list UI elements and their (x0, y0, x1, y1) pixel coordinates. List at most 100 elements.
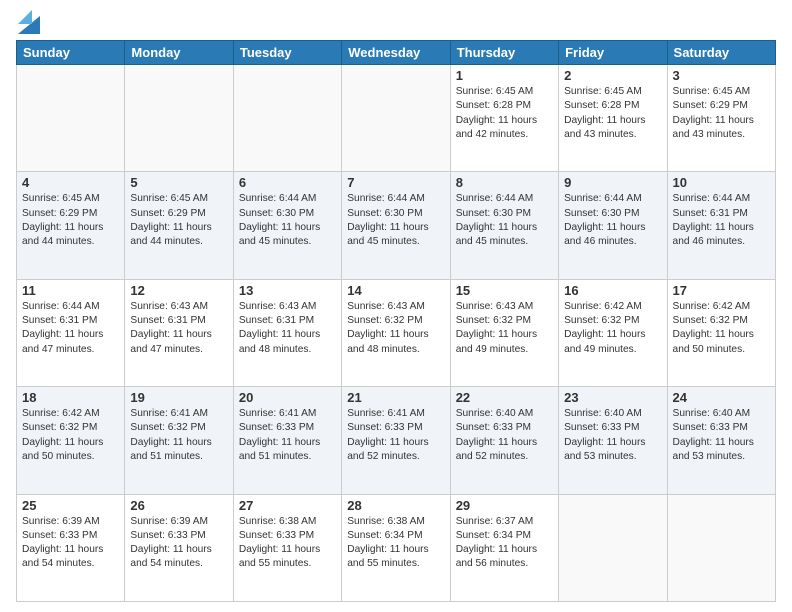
day-info: Sunrise: 6:38 AM Sunset: 6:33 PM Dayligh… (239, 515, 336, 572)
day-info: Sunrise: 6:44 AM Sunset: 6:30 PM Dayligh… (564, 192, 661, 249)
day-info: Sunrise: 6:44 AM Sunset: 6:30 PM Dayligh… (347, 192, 444, 249)
day-number: 20 (239, 390, 336, 405)
day-number: 26 (130, 498, 227, 513)
calendar-cell: 20 Sunrise: 6:41 AM Sunset: 6:33 PM Dayli… (233, 387, 341, 494)
day-number: 1 (456, 68, 553, 83)
day-number: 27 (239, 498, 336, 513)
calendar-cell: 27 Sunrise: 6:38 AM Sunset: 6:33 PM Dayli… (233, 494, 341, 601)
calendar-cell: 18 Sunrise: 6:42 AM Sunset: 6:32 PM Dayli… (17, 387, 125, 494)
day-number: 18 (22, 390, 119, 405)
calendar-cell: 2 Sunrise: 6:45 AM Sunset: 6:28 PM Daylig… (559, 65, 667, 172)
day-info: Sunrise: 6:42 AM Sunset: 6:32 PM Dayligh… (22, 407, 119, 464)
calendar-cell: 5Sunrise: 6:45 AM Sunset: 6:29 PM Daylig… (125, 172, 233, 279)
day-info: Sunrise: 6:45 AM Sunset: 6:28 PM Dayligh… (564, 85, 661, 142)
weekday-header-monday: Monday (125, 41, 233, 65)
calendar-cell (125, 65, 233, 172)
day-number: 23 (564, 390, 661, 405)
day-info: Sunrise: 6:41 AM Sunset: 6:32 PM Dayligh… (130, 407, 227, 464)
day-number: 11 (22, 283, 119, 298)
weekday-header-saturday: Saturday (667, 41, 775, 65)
day-info: Sunrise: 6:44 AM Sunset: 6:30 PM Dayligh… (239, 192, 336, 249)
weekday-header-friday: Friday (559, 41, 667, 65)
header (16, 12, 776, 34)
day-info: Sunrise: 6:45 AM Sunset: 6:29 PM Dayligh… (673, 85, 770, 142)
calendar-week-row: 4 Sunrise: 6:45 AM Sunset: 6:29 PM Daylig… (17, 172, 776, 279)
calendar-week-row: 18 Sunrise: 6:42 AM Sunset: 6:32 PM Dayli… (17, 387, 776, 494)
day-info: Sunrise: 6:43 AM Sunset: 6:31 PM Dayligh… (239, 300, 336, 357)
calendar-week-row: 11 Sunrise: 6:44 AM Sunset: 6:31 PM Dayli… (17, 279, 776, 386)
calendar-cell (667, 494, 775, 601)
day-info: Sunrise: 6:45 AM Sunset: 6:29 PM Dayligh… (22, 192, 119, 249)
day-info: Sunrise: 6:43 AM Sunset: 6:32 PM Dayligh… (347, 300, 444, 357)
weekday-header-wednesday: Wednesday (342, 41, 450, 65)
calendar-cell: 10 Sunrise: 6:44 AM Sunset: 6:31 PM Dayli… (667, 172, 775, 279)
day-number: 25 (22, 498, 119, 513)
day-info: Sunrise: 6:40 AM Sunset: 6:33 PM Dayligh… (456, 407, 553, 464)
weekday-header-row: SundayMondayTuesdayWednesdayThursdayFrid… (17, 41, 776, 65)
calendar-cell: 28 Sunrise: 6:38 AM Sunset: 6:34 PM Dayli… (342, 494, 450, 601)
calendar-cell: 14Sunrise: 6:43 AM Sunset: 6:32 PM Dayli… (342, 279, 450, 386)
day-info: Sunrise: 6:43 AM Sunset: 6:32 PM Dayligh… (456, 300, 553, 357)
calendar-cell: 26 Sunrise: 6:39 AM Sunset: 6:33 PM Dayli… (125, 494, 233, 601)
calendar-table: SundayMondayTuesdayWednesdayThursdayFrid… (16, 40, 776, 602)
calendar-cell: 23 Sunrise: 6:40 AM Sunset: 6:33 PM Dayli… (559, 387, 667, 494)
calendar-cell: 16 Sunrise: 6:42 AM Sunset: 6:32 PM Dayli… (559, 279, 667, 386)
day-info: Sunrise: 6:40 AM Sunset: 6:33 PM Dayligh… (673, 407, 770, 464)
day-info: Sunrise: 6:37 AM Sunset: 6:34 PM Dayligh… (456, 515, 553, 572)
day-info: Sunrise: 6:42 AM Sunset: 6:32 PM Dayligh… (673, 300, 770, 357)
day-number: 4 (22, 175, 119, 190)
calendar-cell: 1Sunrise: 6:45 AM Sunset: 6:28 PM Daylig… (450, 65, 558, 172)
calendar-cell: 22 Sunrise: 6:40 AM Sunset: 6:33 PM Dayli… (450, 387, 558, 494)
calendar-cell (233, 65, 341, 172)
day-number: 9 (564, 175, 661, 190)
day-number: 7 (347, 175, 444, 190)
page: SundayMondayTuesdayWednesdayThursdayFrid… (0, 0, 792, 612)
calendar-cell: 4 Sunrise: 6:45 AM Sunset: 6:29 PM Daylig… (17, 172, 125, 279)
weekday-header-tuesday: Tuesday (233, 41, 341, 65)
day-number: 8 (456, 175, 553, 190)
day-info: Sunrise: 6:44 AM Sunset: 6:31 PM Dayligh… (22, 300, 119, 357)
day-number: 21 (347, 390, 444, 405)
day-number: 6 (239, 175, 336, 190)
day-number: 15 (456, 283, 553, 298)
logo (16, 12, 40, 34)
day-info: Sunrise: 6:44 AM Sunset: 6:30 PM Dayligh… (456, 192, 553, 249)
calendar-cell: 13Sunrise: 6:43 AM Sunset: 6:31 PM Dayli… (233, 279, 341, 386)
calendar-cell: 9 Sunrise: 6:44 AM Sunset: 6:30 PM Daylig… (559, 172, 667, 279)
calendar-week-row: 1 Sunrise: 6:45 AM Sunset: 6:28 PM Daylig… (17, 65, 776, 172)
day-info: Sunrise: 6:39 AM Sunset: 6:33 PM Dayligh… (22, 515, 119, 572)
day-info: Sunrise: 6:42 AM Sunset: 6:32 PM Dayligh… (564, 300, 661, 357)
calendar-cell: 6 Sunrise: 6:44 AM Sunset: 6:30 PM Daylig… (233, 172, 341, 279)
calendar-cell: 25 Sunrise: 6:39 AM Sunset: 6:33 PM Dayli… (17, 494, 125, 601)
day-number: 10 (673, 175, 770, 190)
logo-icon (18, 6, 40, 34)
day-info: Sunrise: 6:38 AM Sunset: 6:34 PM Dayligh… (347, 515, 444, 572)
weekday-header-sunday: Sunday (17, 41, 125, 65)
day-info: Sunrise: 6:45 AM Sunset: 6:29 PM Dayligh… (130, 192, 227, 249)
day-number: 12 (130, 283, 227, 298)
day-number: 29 (456, 498, 553, 513)
day-info: Sunrise: 6:44 AM Sunset: 6:31 PM Dayligh… (673, 192, 770, 249)
calendar-cell: 21Sunrise: 6:41 AM Sunset: 6:33 PM Dayli… (342, 387, 450, 494)
day-info: Sunrise: 6:39 AM Sunset: 6:33 PM Dayligh… (130, 515, 227, 572)
day-number: 3 (673, 68, 770, 83)
calendar-cell: 11 Sunrise: 6:44 AM Sunset: 6:31 PM Dayli… (17, 279, 125, 386)
calendar-cell: 8 Sunrise: 6:44 AM Sunset: 6:30 PM Daylig… (450, 172, 558, 279)
calendar-week-row: 25 Sunrise: 6:39 AM Sunset: 6:33 PM Dayli… (17, 494, 776, 601)
calendar-cell: 3 Sunrise: 6:45 AM Sunset: 6:29 PM Daylig… (667, 65, 775, 172)
calendar-cell: 29 Sunrise: 6:37 AM Sunset: 6:34 PM Dayli… (450, 494, 558, 601)
calendar-cell (342, 65, 450, 172)
day-number: 28 (347, 498, 444, 513)
calendar-cell: 24 Sunrise: 6:40 AM Sunset: 6:33 PM Dayli… (667, 387, 775, 494)
day-number: 17 (673, 283, 770, 298)
calendar-cell: 17 Sunrise: 6:42 AM Sunset: 6:32 PM Dayli… (667, 279, 775, 386)
calendar-cell: 12Sunrise: 6:43 AM Sunset: 6:31 PM Dayli… (125, 279, 233, 386)
day-number: 22 (456, 390, 553, 405)
calendar-cell: 19Sunrise: 6:41 AM Sunset: 6:32 PM Dayli… (125, 387, 233, 494)
day-info: Sunrise: 6:41 AM Sunset: 6:33 PM Dayligh… (239, 407, 336, 464)
calendar-cell: 15 Sunrise: 6:43 AM Sunset: 6:32 PM Dayli… (450, 279, 558, 386)
day-number: 2 (564, 68, 661, 83)
day-number: 16 (564, 283, 661, 298)
day-info: Sunrise: 6:40 AM Sunset: 6:33 PM Dayligh… (564, 407, 661, 464)
day-number: 24 (673, 390, 770, 405)
